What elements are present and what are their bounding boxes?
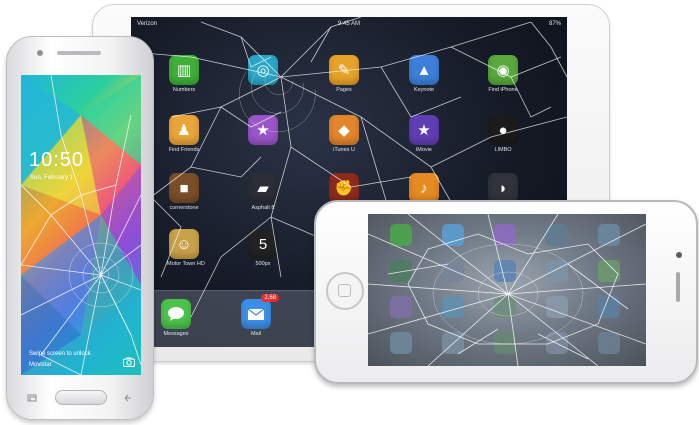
app-label: iTunes U bbox=[333, 147, 355, 153]
500px-icon: 5 bbox=[248, 229, 278, 259]
tablet-app[interactable]: ♟ Find Friends bbox=[167, 115, 201, 153]
app-label: Mail bbox=[250, 331, 262, 337]
tablet-status-bar: Verizon 9:45 AM 87% bbox=[137, 19, 561, 31]
samsung-phone: 10:50 Sun, February 1 Swipe screen to un… bbox=[6, 36, 154, 420]
speech-bubble-icon bbox=[161, 299, 191, 329]
swipe-to-unlock-text[interactable]: Swipe screen to unlock bbox=[29, 351, 91, 357]
app-label: 500px bbox=[255, 261, 271, 267]
broken-devices-scene: Verizon 9:45 AM 87% ▥ Numbers ◎ ✎ Pages ▲ Keyn… bbox=[0, 0, 699, 425]
app-label: Keynote bbox=[413, 87, 435, 93]
iphone-app-icon[interactable] bbox=[598, 296, 620, 318]
front-sensor bbox=[37, 50, 43, 56]
graduation-icon: ◆ bbox=[329, 115, 359, 145]
status-time: 9:45 AM bbox=[337, 21, 360, 27]
home-button[interactable] bbox=[326, 272, 364, 310]
app-label: Messages bbox=[163, 331, 189, 337]
app-label: cornerstone bbox=[169, 205, 199, 211]
iphone-app-icon[interactable] bbox=[546, 296, 568, 318]
lockscreen-date: Sun, February 1 bbox=[30, 175, 74, 181]
iphone-app-icon[interactable] bbox=[598, 332, 620, 354]
home-button[interactable] bbox=[55, 390, 107, 405]
iphone-app-icon[interactable] bbox=[546, 224, 568, 246]
iphone-app-icon[interactable] bbox=[546, 260, 568, 282]
iphone-app-icon[interactable] bbox=[598, 260, 620, 282]
iphone-app-icon[interactable] bbox=[442, 332, 464, 354]
star-icon: ★ bbox=[248, 115, 278, 145]
cornerstone-icon: ■ bbox=[169, 173, 199, 203]
iphone-app-icon[interactable] bbox=[546, 332, 568, 354]
earpiece-speaker bbox=[676, 272, 680, 302]
iphone-app-icon[interactable] bbox=[390, 332, 412, 354]
iphone-app-icon[interactable] bbox=[494, 296, 516, 318]
mail-badge: 2,68 bbox=[261, 294, 279, 302]
star-icon: ★ bbox=[409, 115, 439, 145]
app-label: Asphalt 8 bbox=[251, 205, 275, 211]
iphone-app-icon[interactable] bbox=[390, 224, 412, 246]
tablet-app[interactable]: ★ iMovie bbox=[407, 115, 441, 153]
character-icon: ☺ bbox=[169, 229, 199, 259]
app-label: LIMBO bbox=[494, 147, 512, 153]
dock-app-mail[interactable]: 2,68 Mail bbox=[239, 294, 279, 337]
podium-icon: ▲ bbox=[409, 55, 439, 85]
tablet-app[interactable]: ■ cornerstone bbox=[167, 173, 201, 211]
dock-app-messages[interactable]: Messages bbox=[159, 299, 193, 337]
tablet-app[interactable]: ▥ Numbers bbox=[167, 55, 201, 93]
lockscreen-time: 10:50 bbox=[29, 149, 85, 171]
radar-icon: ◉ bbox=[488, 55, 518, 85]
iphone-app-icon[interactable] bbox=[494, 332, 516, 354]
tablet-app[interactable]: ☺ Motor Town HD bbox=[167, 229, 205, 267]
android-wallpaper bbox=[21, 75, 141, 375]
earpiece-speaker bbox=[57, 51, 101, 55]
app-label: Find iPhone bbox=[488, 87, 518, 93]
carrier-name: Movistar bbox=[29, 362, 52, 368]
pen-icon: ✎ bbox=[329, 55, 359, 85]
tablet-app[interactable]: ◉ Find iPhone bbox=[486, 55, 520, 93]
boy-icon: ● bbox=[488, 115, 518, 145]
iphone-app-icon[interactable] bbox=[494, 224, 516, 246]
tablet-app[interactable]: ◆ iTunes U bbox=[327, 115, 361, 153]
photo-icon: ◎ bbox=[248, 55, 278, 85]
tablet-app[interactable]: ★ bbox=[246, 115, 280, 147]
iphone-app-icon[interactable] bbox=[494, 260, 516, 282]
app-label: iMovie bbox=[416, 147, 432, 153]
app-label: Motor Town HD bbox=[167, 261, 205, 267]
envelope-icon: 2,68 bbox=[241, 294, 279, 329]
iphone-app-icon[interactable] bbox=[442, 260, 464, 282]
iphone-app-icon[interactable] bbox=[390, 296, 412, 318]
fist-icon: ✊ bbox=[329, 173, 359, 203]
android-screen: 10:50 Sun, February 1 Swipe screen to un… bbox=[21, 75, 141, 375]
front-camera bbox=[676, 252, 682, 258]
car-icon: ▰ bbox=[248, 173, 278, 203]
iphone-app-icon[interactable] bbox=[442, 296, 464, 318]
app-label: Pages bbox=[336, 87, 352, 93]
tablet-app[interactable]: 5 500px bbox=[246, 229, 280, 267]
iphone-landscape bbox=[314, 200, 698, 384]
tablet-app[interactable]: ◎ bbox=[246, 55, 280, 87]
iphone-app-icon[interactable] bbox=[390, 260, 412, 282]
iphone-screen bbox=[368, 214, 646, 366]
guitar-icon: ♪ bbox=[409, 173, 439, 203]
app-label: Find Friends bbox=[168, 147, 200, 153]
tablet-app[interactable]: ● LIMBO bbox=[486, 115, 520, 153]
batman-icon: ◗ bbox=[488, 173, 518, 203]
tablet-app[interactable]: ✎ Pages bbox=[327, 55, 361, 93]
camera-icon[interactable] bbox=[123, 357, 135, 367]
app-label: Numbers bbox=[172, 87, 196, 93]
people-icon: ♟ bbox=[169, 115, 199, 145]
iphone-app-icon[interactable] bbox=[598, 224, 620, 246]
tablet-app[interactable]: ▲ Keynote bbox=[407, 55, 441, 93]
status-battery: 87% bbox=[548, 21, 561, 27]
iphone-app-icon[interactable] bbox=[442, 224, 464, 246]
tablet-app[interactable]: ▰ Asphalt 8 bbox=[246, 173, 280, 211]
back-icon[interactable] bbox=[123, 394, 133, 402]
chart-icon: ▥ bbox=[169, 55, 199, 85]
recent-apps-icon[interactable] bbox=[27, 394, 37, 402]
